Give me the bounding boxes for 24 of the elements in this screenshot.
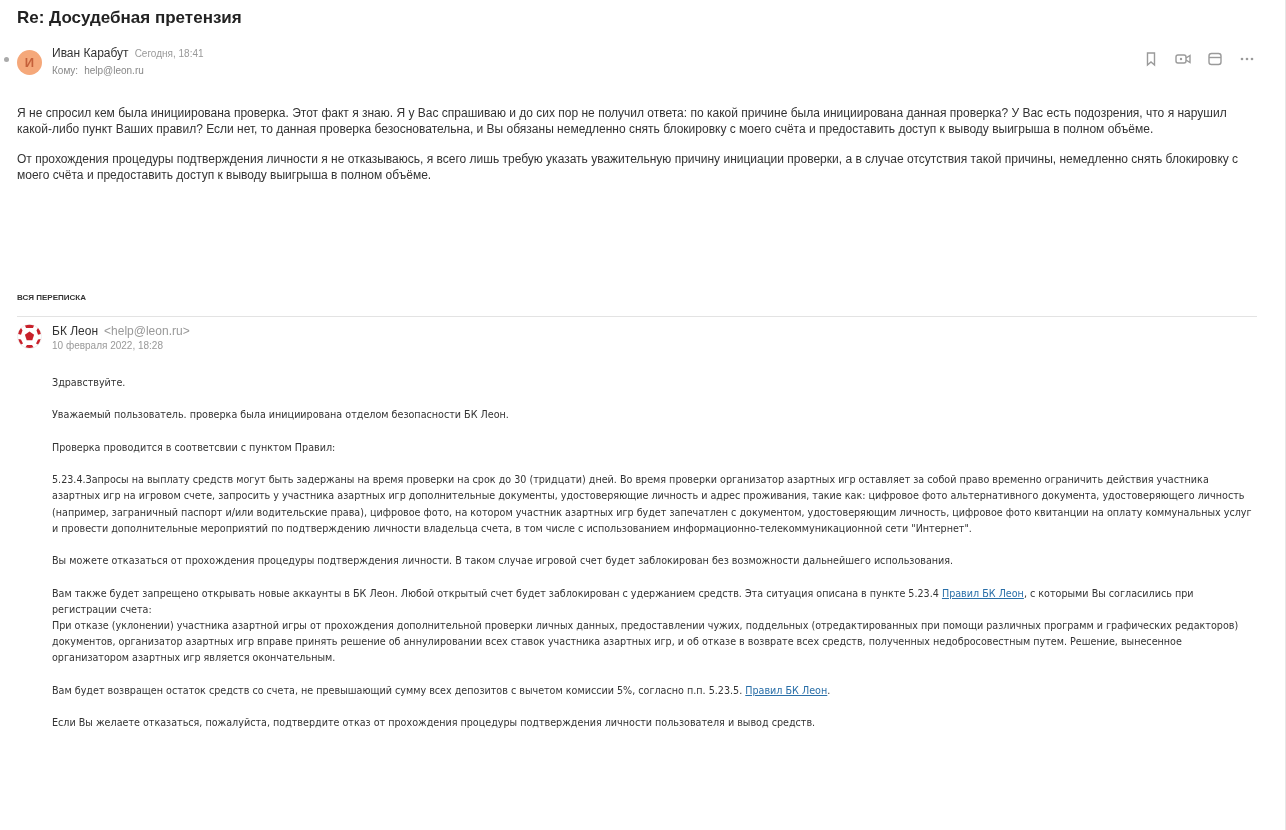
message-paragraph: Вы можете отказаться от прохождения процедуры подтверждения личности. В таком случае игровой счет будет заблокирован без возможности дальнейшего использования. <box>52 554 955 569</box>
message-paragraph: 5.23.4.Запросы на выплату средств могут быть задержаны на время проверки на срок до 30 (тридцати) дней. Во время проверки организатор азартных игр оставляет за собой право временно ограничить действия участника азартных игр на игровом счете, запросить у участника азартных игр дополнительные документы, удостоверяющие личность и адрес проживания, такие как: цифровое фото альтернативного документа, удостоверяющего личность (например, заграничный паспорт и/или водительские права), цифровое фото, на котором участник азартных игр будет запечатлен с документом, удостоверяющим личность, цифровое фото квитанции на оплату коммунальных услуг и провести дополнительные мероприятий по подтверждению личности владельца счета, в том числе с использованием информационно-телекоммуникационной сети "Интернет". <box>52 473 1252 536</box>
message-paragraph: Я не спросил кем была инициирована проверка. Этот факт я знаю. Я у Вас спрашиваю и до сих пор не получил ответа: по какой причине была инициирована данная проверка? У Вас есть подозрения, что я нарушил какой-либо пункт Ваших правил? Если нет, то данная проверка безосновательна, и Вы обязаны немедленно снять блокировку с моего счёта и предоставить доступ к выводу выигрыша в полном объёме. <box>17 106 1228 137</box>
sender-avatar: И <box>17 50 42 75</box>
message-paragraph: Проверка проводится в соответсвии с пунктом Правил: <box>52 440 337 455</box>
sender-address: <help@leon.ru> <box>104 324 190 338</box>
message-time: Сегодня, 18:41 <box>134 48 204 59</box>
message-paragraph: Вам также будет запрещено открывать новые аккаунты в БК Леон. Любой открытый счет будет заблокирован с удержанием средств. Эта ситуация описана в пункте 5.23.4 Правил БК Леон, с которыми Вы согласились при регистрации счета: <box>52 586 1195 617</box>
message-paragraph: Здравствуйте. <box>52 376 127 390</box>
message-paragraph: Уважаемый пользователь. проверка была инициирована отделом безопасности БК Леон. <box>52 408 510 423</box>
sender-name[interactable]: Иван Карабут <box>52 46 129 60</box>
thread-label: ВСЯ ПЕРЕПИСКА <box>17 293 1257 317</box>
message-paragraph: Вам будет возвращен остаток средств со счета, не превышающий сумму всех депозитов с вычетом комиссии 5%, согласно п.п. 5.23.5. Правил БК Леон. <box>52 683 832 698</box>
message-date: 10 февраля 2022, 18:28 <box>52 340 164 351</box>
recipient-label: Кому: <box>52 65 79 76</box>
ball-logo-icon <box>17 324 42 349</box>
email-subject: Re: Досудебная претензия <box>17 8 243 28</box>
rules-link[interactable]: Правил БК Леон <box>941 587 1024 599</box>
calendar-icon[interactable] <box>1206 50 1224 68</box>
message-paragraph: При отказе (уклонении) участника азартной игры от прохождения дополнительной проверки личных данных, предоставлении чужих, поддельных (отредактированных при помощи различных программ и графических редакторов) документов, организатор азартных игр вправе принять решение об аннулировании всех ставок участника азартных игр, и об отказе в возврате всех средств, полученных недобросовестным путем. Решение, вынесенное организатором азартных игр является окончательным. <box>52 618 1240 666</box>
sender-name[interactable]: БК Леон <box>52 324 99 338</box>
recipient-address[interactable]: help@leon.ru <box>84 65 144 76</box>
message-paragraph: Если Вы желаете отказаться, пожалуйста, подтвердите отказ от прохождения процедуры подтверждения личности пользователя и вывод средств. <box>52 716 817 731</box>
message-paragraph: От прохождения процедуры подтверждения личности я не отказываюсь, я всего лишь требую указать уважительную причину инициации проверки, а в случае отсутствия такой причины, немедленно снять блокировку с моего счёта и предоставить доступ к выводу выигрыша в полном объёме. <box>17 152 1240 183</box>
